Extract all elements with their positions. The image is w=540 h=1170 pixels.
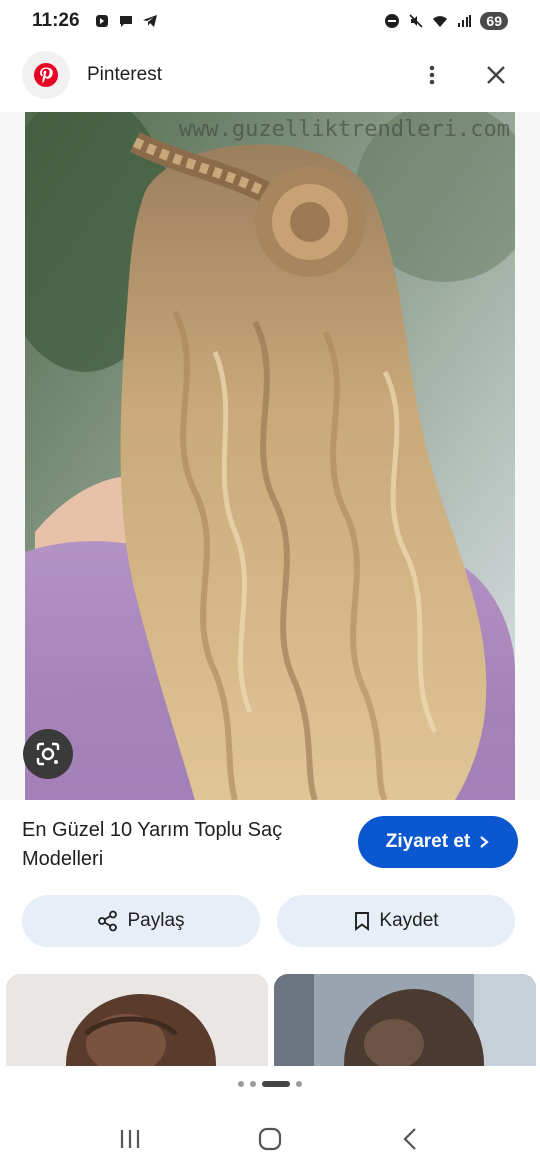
share-icon — [98, 910, 118, 932]
related-thumbnail-2 — [274, 974, 536, 1066]
page-dot[interactable] — [250, 1081, 256, 1087]
mute-icon — [409, 14, 423, 28]
status-bar: 11:26 69 — [0, 0, 540, 42]
site-name[interactable]: Pinterest — [87, 64, 162, 86]
hairstyle-image: www.guzelliktrendleri.com — [25, 112, 515, 800]
hairstyle-photo[interactable]: www.guzelliktrendleri.com — [25, 112, 515, 800]
home-button[interactable] — [250, 1119, 290, 1159]
dnd-icon — [385, 14, 400, 28]
page-dot-active[interactable] — [262, 1081, 290, 1087]
google-lens-icon — [36, 742, 60, 766]
home-icon — [258, 1127, 282, 1151]
more-vert-icon[interactable] — [420, 63, 444, 87]
chat-icon — [119, 16, 132, 27]
battery-indicator: 69 — [480, 12, 508, 30]
related-thumbnail-1 — [6, 974, 268, 1066]
related-images — [0, 974, 540, 1066]
bookmark-icon — [355, 912, 370, 931]
back-icon — [403, 1128, 416, 1150]
image-preview-area: www.guzelliktrendleri.com — [0, 112, 540, 800]
pinterest-logo-icon — [34, 63, 58, 87]
header-actions — [420, 63, 518, 87]
related-image-1[interactable] — [6, 974, 268, 1066]
close-icon[interactable] — [484, 63, 508, 87]
save-button-label: Kaydet — [379, 910, 439, 931]
related-image-2[interactable] — [274, 974, 536, 1066]
page-dot[interactable] — [296, 1081, 302, 1087]
recents-icon — [120, 1130, 140, 1148]
recents-button[interactable] — [110, 1119, 150, 1159]
carousel-pagination — [0, 1078, 540, 1090]
system-navigation-bar — [0, 1108, 540, 1170]
watermark-text: www.guzelliktrendleri.com — [179, 117, 510, 142]
signal-icon — [458, 15, 472, 27]
share-button-label: Paylaş — [127, 910, 185, 931]
google-lens-button[interactable] — [23, 729, 73, 779]
telegram-icon — [142, 15, 157, 27]
visit-button[interactable]: Ziyaret et — [358, 816, 518, 868]
chevron-right-icon — [480, 836, 489, 848]
action-buttons: Paylaş Kaydet — [0, 895, 540, 947]
wifi-icon — [433, 16, 448, 27]
page-title[interactable]: En Güzel 10 Yarım Toplu Saç Modelleri — [22, 816, 342, 874]
page-dot[interactable] — [238, 1081, 244, 1087]
status-notification-icons — [94, 13, 158, 29]
source-header: Pinterest — [0, 48, 540, 102]
result-title-row: En Güzel 10 Yarım Toplu Saç Modelleri Zi… — [0, 810, 540, 880]
save-button[interactable]: Kaydet — [277, 895, 515, 947]
pinterest-logo[interactable] — [22, 51, 70, 99]
share-button[interactable]: Paylaş — [22, 895, 260, 947]
back-button[interactable] — [390, 1119, 430, 1159]
status-time: 11:26 — [32, 10, 80, 31]
visit-button-label: Ziyaret et — [385, 831, 471, 852]
data-saver-icon — [95, 15, 108, 27]
status-system-icons: 69 — [384, 12, 508, 30]
